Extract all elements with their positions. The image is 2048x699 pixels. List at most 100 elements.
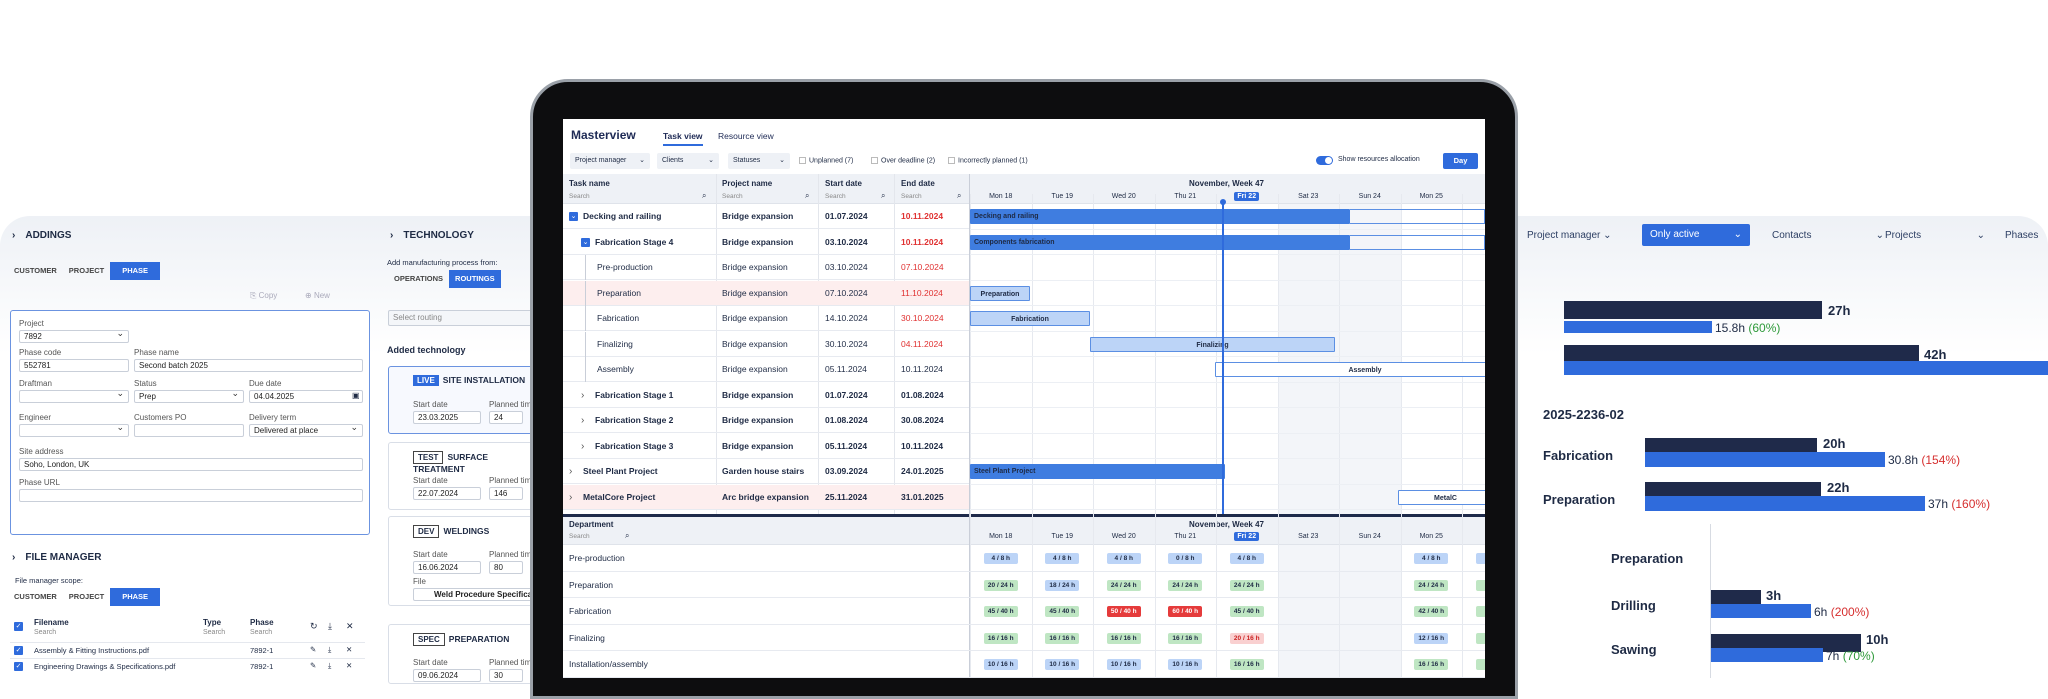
task-row[interactable]: ⌄ Decking and railing Bridge expansion 01.0…: [563, 204, 969, 230]
task-row[interactable]: Assembly Bridge expansion 05.11.2024 10.11.…: [563, 357, 969, 383]
capacity-pill[interactable]: 20 / 16 h: [1229, 632, 1264, 644]
filter-projects[interactable]: Projects ⌄: [1885, 230, 1985, 241]
capacity-pill[interactable]: 10 / 16 h: [1168, 659, 1203, 670]
capacity-pill[interactable]: 2: [1475, 579, 1485, 591]
planned-time-field[interactable]: 30: [489, 669, 523, 682]
capacity-pill[interactable]: 20 / 24 h: [983, 579, 1018, 591]
tab-operations[interactable]: OPERATIONS: [388, 270, 449, 288]
task-search[interactable]: Search: [569, 193, 590, 200]
capacity-pill[interactable]: 10 / 16 h: [1045, 659, 1080, 670]
capacity-pill[interactable]: 50 / 40 h: [1106, 606, 1141, 617]
start-date-field[interactable]: 16.06.2024: [413, 561, 481, 574]
check-unplanned[interactable]: Unplanned (7): [799, 157, 853, 164]
capacity-pill[interactable]: 16 / 16 h: [1168, 632, 1203, 644]
filter-project-manager[interactable]: Project manager ⌄: [570, 153, 650, 169]
capacity-pill[interactable]: 18 / 24 h: [1045, 579, 1080, 591]
department-row[interactable]: Installation/assembly: [563, 651, 1485, 678]
filter-contacts[interactable]: Contacts ⌄: [1772, 230, 1892, 241]
planned-time-field[interactable]: 146: [489, 487, 523, 500]
check-over-deadline[interactable]: Over deadline (2): [871, 157, 935, 164]
capacity-pill[interactable]: 4: [1475, 606, 1485, 617]
filter-statuses[interactable]: Statuses ⌄: [728, 153, 790, 169]
start-date-field[interactable]: 09.06.2024: [413, 669, 481, 682]
planned-time-field[interactable]: 80: [489, 561, 523, 574]
dept-search[interactable]: Search: [569, 533, 590, 540]
filter-phases[interactable]: Phases: [2005, 230, 2038, 241]
capacity-pill[interactable]: 16 / 16 h: [1106, 632, 1141, 644]
task-row[interactable]: › Fabrication Stage 2 Bridge expansion 01.0…: [563, 408, 969, 434]
filter-clients[interactable]: Clients ⌄: [657, 153, 719, 169]
chevron-right-icon[interactable]: ›: [581, 434, 584, 459]
task-row[interactable]: Preparation Bridge expansion 07.10.2024 11.…: [563, 280, 969, 306]
tab-resource-view[interactable]: Resource view: [718, 131, 774, 141]
department-row[interactable]: Finalizing: [563, 625, 1485, 651]
capacity-pill[interactable]: 4 / 8 h: [1106, 553, 1141, 564]
capacity-pill[interactable]: 1: [1475, 632, 1485, 644]
chevron-right-icon[interactable]: ›: [569, 459, 572, 484]
chevron-right-icon[interactable]: ›: [581, 383, 584, 408]
start-date-field[interactable]: 22.07.2024: [413, 487, 481, 500]
day-button[interactable]: Day: [1443, 153, 1478, 169]
capacity-pill[interactable]: 24 / 24 h: [1168, 579, 1203, 591]
gantt-bar[interactable]: Assembly: [1215, 362, 1485, 377]
capacity-pill[interactable]: 16 / 16 h: [1229, 659, 1264, 670]
task-row[interactable]: › Fabrication Stage 1 Bridge expansion 01.0…: [563, 383, 969, 408]
gantt-bar[interactable]: Preparation: [970, 285, 1030, 301]
technology-card[interactable]: TEST SURFACE TREATMENT Start date 22.07.2…: [388, 442, 538, 510]
capacity-pill[interactable]: 24 / 24 h: [1414, 579, 1449, 591]
task-row[interactable]: Finalizing Bridge expansion 30.10.2024 04.1…: [563, 331, 969, 357]
start-search[interactable]: Search: [825, 193, 846, 200]
filter-only-active[interactable]: Only active ⌄: [1642, 224, 1750, 246]
file-field[interactable]: Weld Procedure Specificatio: [413, 588, 539, 601]
search-icon[interactable]: ⌕: [881, 191, 885, 201]
task-row[interactable]: ⌄ Fabrication Stage 4 Bridge expansion 03.1…: [563, 230, 969, 255]
search-icon[interactable]: ⌕: [805, 191, 809, 201]
search-icon[interactable]: ⌕: [957, 191, 961, 201]
capacity-pill[interactable]: 24 / 24 h: [1229, 579, 1264, 591]
capacity-pill[interactable]: 16 / 16 h: [1045, 632, 1080, 644]
chevron-right-icon[interactable]: ›: [581, 408, 584, 433]
capacity-pill[interactable]: 4 / 8 h: [1045, 553, 1080, 564]
capacity-pill[interactable]: 24 / 24 h: [1106, 579, 1141, 591]
task-row[interactable]: Fabrication Bridge expansion 14.10.2024 30.…: [563, 306, 969, 332]
check-incorrectly-planned[interactable]: Incorrectly planned (1): [948, 157, 1028, 164]
collapse-icon[interactable]: ⌄: [569, 212, 578, 221]
gantt-bar[interactable]: Components fabrication: [970, 234, 1350, 250]
capacity-pill[interactable]: 45 / 40 h: [983, 606, 1018, 617]
capacity-pill[interactable]: 10 / 16 h: [1106, 659, 1141, 670]
capacity-pill[interactable]: 0 / 8 h: [1168, 553, 1203, 564]
routing-select[interactable]: Select routing: [388, 310, 538, 326]
task-row[interactable]: › MetalCore Project Arc bridge expansion 25…: [563, 484, 969, 510]
planned-time-field[interactable]: 24: [489, 411, 523, 424]
start-date-field[interactable]: 23.03.2025: [413, 411, 481, 424]
department-row[interactable]: Preparation: [563, 572, 1485, 598]
technology-card[interactable]: LIVE SITE INSTALLATION Start date 23.03.2…: [388, 366, 538, 434]
tab-routings[interactable]: ROUTINGS: [449, 270, 501, 288]
capacity-pill[interactable]: 60 / 40 h: [1168, 606, 1203, 617]
capacity-pill[interactable]: 10 / 16 h: [983, 659, 1018, 670]
gantt-bar[interactable]: Finalizing: [1090, 336, 1335, 352]
task-row[interactable]: Pre-production Bridge expansion 03.10.2024…: [563, 255, 969, 281]
task-row[interactable]: › Steel Plant Project Garden house stairs 0…: [563, 459, 969, 485]
gantt-bar[interactable]: Steel Plant Project: [970, 464, 1225, 479]
gantt-bar[interactable]: MetalC: [1398, 489, 1485, 505]
capacity-pill[interactable]: 12 / 16 h: [1414, 632, 1449, 644]
technology-header[interactable]: › TECHNOLOGY: [390, 230, 474, 241]
search-icon[interactable]: ⌕: [625, 531, 629, 541]
gantt-bar[interactable]: Decking and railing: [970, 209, 1350, 224]
department-row[interactable]: Fabrication: [563, 598, 1485, 625]
capacity-pill[interactable]: 4 / 8 h: [1229, 553, 1264, 564]
end-search[interactable]: Search: [901, 193, 922, 200]
capacity-pill[interactable]: 45 / 40 h: [1229, 606, 1264, 617]
project-search[interactable]: Search: [722, 193, 743, 200]
search-icon[interactable]: ⌕: [702, 191, 706, 201]
resources-toggle[interactable]: [1316, 156, 1333, 165]
capacity-pill[interactable]: 1: [1475, 659, 1485, 670]
technology-card[interactable]: DEV WELDINGS Start date 16.06.2024 Planne…: [388, 516, 539, 606]
capacity-pill[interactable]: 16 / 16 h: [983, 632, 1018, 644]
capacity-pill[interactable]: 4: [1475, 553, 1485, 564]
tab-task-view[interactable]: Task view: [663, 131, 703, 146]
capacity-pill[interactable]: 4 / 8 h: [983, 553, 1018, 564]
filter-project-manager[interactable]: Project manager ⌄: [1527, 230, 1612, 241]
capacity-pill[interactable]: 45 / 40 h: [1045, 606, 1080, 617]
